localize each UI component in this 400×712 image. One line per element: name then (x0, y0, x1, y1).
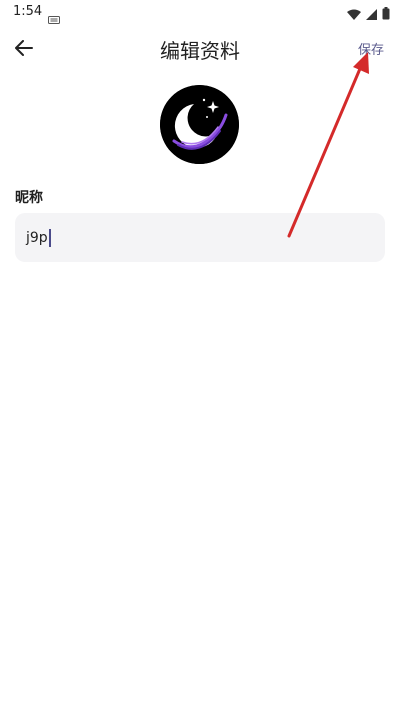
nickname-value: j9p (26, 229, 48, 246)
status-bar: 1:54 (0, 0, 400, 24)
status-icons (347, 5, 390, 24)
avatar[interactable] (160, 85, 239, 164)
nickname-label: 昵称 (15, 190, 43, 206)
nickname-input[interactable]: j9p (15, 213, 385, 262)
moon-logo (160, 85, 239, 164)
text-caret (48, 228, 51, 247)
page-title: 编辑资料 (160, 39, 240, 63)
wifi-icon (347, 5, 361, 24)
signal-icon (366, 5, 377, 24)
status-time: 1:54 (13, 4, 43, 19)
save-button[interactable]: 保存 (358, 39, 384, 58)
app-bar: 编辑资料 保存 (0, 24, 400, 72)
battery-icon (382, 5, 390, 24)
